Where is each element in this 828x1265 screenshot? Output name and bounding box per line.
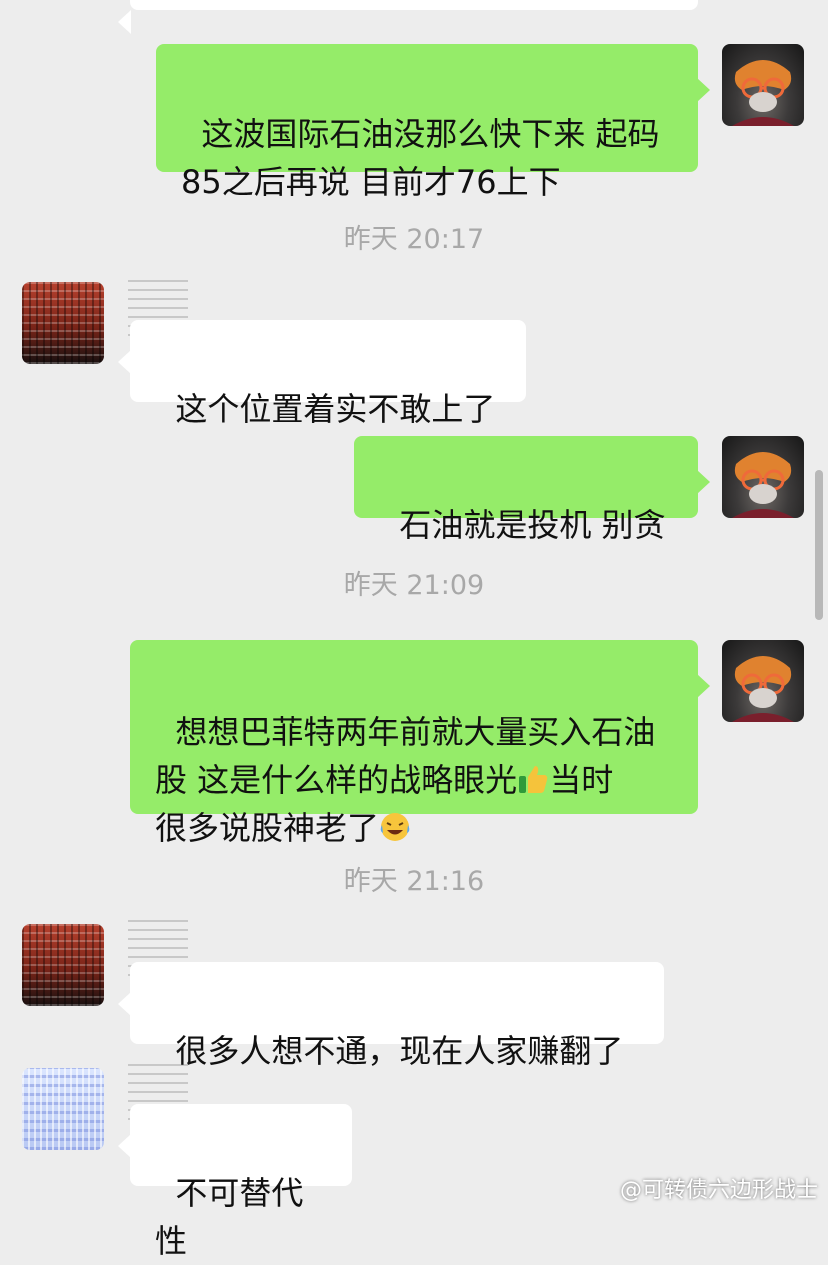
avatar-self[interactable] <box>722 44 804 126</box>
message-incoming[interactable]: 不可替代性 <box>118 1104 352 1260</box>
timestamp: 昨天 21:09 <box>343 570 485 601</box>
message-text: 不可替代性 <box>155 1174 304 1260</box>
message-outgoing[interactable]: 石油就是投机 别贪 <box>354 436 710 544</box>
partial-message-top <box>118 0 698 34</box>
timestamp: 昨天 20:17 <box>343 224 485 255</box>
watermark: @可转债六边形战士 <box>619 1178 818 1203</box>
avatar-self[interactable] <box>722 640 804 722</box>
message-text: 这个位置着实不敢上了 <box>175 390 496 428</box>
message-text: 这波国际石油没那么快下来 起码 85之后再说 目前才76上下 <box>181 115 660 201</box>
message-incoming[interactable]: 这个位置着实不敢上了 <box>118 320 526 428</box>
avatar-self[interactable] <box>722 436 804 518</box>
timestamp: 昨天 21:16 <box>343 866 485 897</box>
message-outgoing[interactable]: 这波国际石油没那么快下来 起码 85之后再说 目前才76上下 <box>156 44 710 201</box>
avatar-friend[interactable] <box>22 1068 104 1150</box>
cat-avatar-icon <box>732 452 794 518</box>
cat-avatar-icon <box>732 60 794 126</box>
message-text: 很多人想不通，现在人家赚翻了 <box>175 1032 624 1070</box>
message-text: 石油就是投机 别贪 <box>399 506 666 544</box>
thumbs-up-icon <box>519 766 548 793</box>
message-incoming[interactable]: 很多人想不通，现在人家赚翻了 <box>118 962 664 1070</box>
message-outgoing[interactable]: 想想巴菲特两年前就大量买入石油 股 这是什么样的战略眼光 当时 很多说股神老了 <box>130 640 710 847</box>
laughing-crying-icon <box>380 813 410 841</box>
cat-avatar-icon <box>732 656 794 722</box>
avatar-friend[interactable] <box>22 282 104 364</box>
avatar-friend[interactable] <box>22 924 104 1006</box>
